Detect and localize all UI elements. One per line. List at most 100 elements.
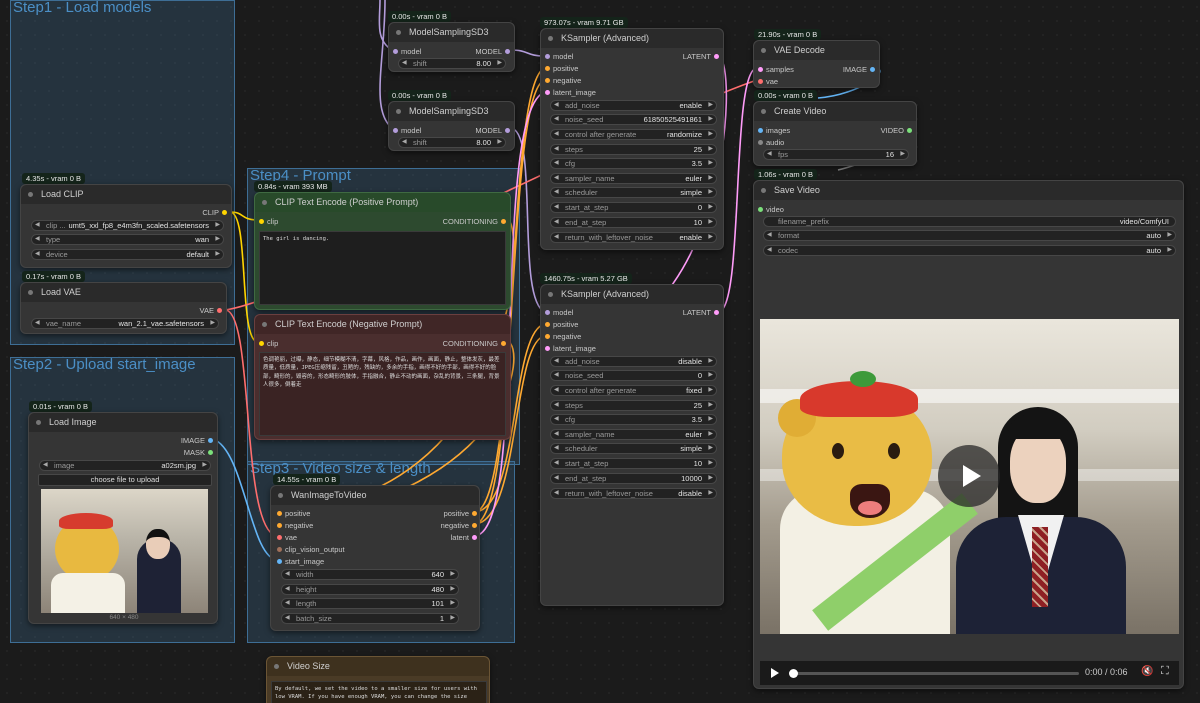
node-title[interactable]: VAE Decode	[754, 41, 879, 60]
clip-input[interactable]: clip	[259, 338, 278, 349]
port-dot[interactable]	[217, 308, 222, 313]
sampler-name-select[interactable]: sampler_name euler	[550, 429, 717, 440]
model-input[interactable]: model	[545, 307, 573, 318]
add-noise-select[interactable]: add_noise disable	[550, 356, 717, 367]
height-stepper[interactable]: height 480	[281, 584, 459, 595]
clip-device-select[interactable]: device default	[31, 249, 224, 260]
positive-input[interactable]: positive	[545, 319, 578, 330]
negative-input[interactable]: negative	[277, 520, 313, 531]
ksampler-advanced-node-1[interactable]: KSampler (Advanced) model positive negat…	[540, 28, 724, 250]
mask-output[interactable]: MASK	[184, 447, 213, 458]
noise-seed-stepper[interactable]: noise_seed 0	[550, 370, 717, 381]
model-input[interactable]: model	[545, 51, 573, 62]
port-dot[interactable]	[545, 346, 550, 351]
play-control-icon[interactable]	[771, 668, 779, 678]
port-dot[interactable]	[545, 322, 550, 327]
port-dot[interactable]	[208, 450, 213, 455]
sampler-name-select[interactable]: sampler_name euler	[550, 173, 717, 184]
port-dot[interactable]	[472, 523, 477, 528]
save-video-node[interactable]: Save Video video filename_prefix video/Co…	[753, 180, 1184, 689]
port-dot[interactable]	[545, 78, 550, 83]
negative-prompt-node[interactable]: CLIP Text Encode (Negative Prompt) clip …	[254, 314, 511, 440]
model-sampling-node-1[interactable]: ModelSamplingSD3 model MODEL shift 8.00	[388, 22, 515, 72]
port-dot[interactable]	[277, 535, 282, 540]
control-after-generate-select[interactable]: control after generate randomize	[550, 129, 717, 140]
port-dot[interactable]	[505, 49, 510, 54]
clip-input[interactable]: clip	[259, 216, 278, 227]
port-dot[interactable]	[758, 207, 763, 212]
fullscreen-icon[interactable]: ⛶	[1161, 665, 1169, 678]
node-title[interactable]: Load CLIP	[21, 185, 231, 204]
start-at-step-stepper[interactable]: start_at_step 0	[550, 202, 717, 213]
port-dot[interactable]	[277, 547, 282, 552]
shift-stepper[interactable]: shift 8.00	[398, 58, 506, 69]
filename-prefix-input[interactable]: filename_prefix video/ComfyUI	[763, 216, 1176, 227]
port-dot[interactable]	[545, 310, 550, 315]
audio-input[interactable]: audio	[758, 137, 784, 148]
format-select[interactable]: format auto	[763, 230, 1176, 241]
play-button[interactable]	[938, 445, 1000, 507]
negative-input[interactable]: negative	[545, 331, 581, 342]
return-leftover-noise-select[interactable]: return_with_leftover_noise enable	[550, 232, 717, 243]
samples-input[interactable]: samples	[758, 64, 794, 75]
image-output[interactable]: IMAGE	[181, 435, 213, 446]
port-dot[interactable]	[758, 79, 763, 84]
node-title[interactable]: CLIP Text Encode (Negative Prompt)	[255, 315, 510, 334]
port-dot[interactable]	[259, 219, 264, 224]
create-video-node[interactable]: Create Video images audio VIDEO fps 16	[753, 101, 917, 166]
port-dot[interactable]	[758, 140, 763, 145]
node-title[interactable]: ModelSamplingSD3	[389, 23, 514, 42]
fps-stepper[interactable]: fps 16	[763, 149, 909, 160]
node-title[interactable]: CLIP Text Encode (Positive Prompt)	[255, 193, 510, 212]
load-vae-node[interactable]: Load VAE VAE vae_name wan_2.1_vae.safeten…	[20, 282, 227, 334]
negative-output[interactable]: negative	[441, 520, 477, 531]
model-output[interactable]: MODEL	[475, 46, 510, 57]
codec-select[interactable]: codec auto	[763, 245, 1176, 256]
video-input[interactable]: video	[758, 204, 784, 215]
batch-size-stepper[interactable]: batch_size 1	[281, 613, 459, 624]
return-leftover-noise-select[interactable]: return_with_leftover_noise disable	[550, 488, 717, 499]
clip-name-select[interactable]: clip ...umt5_xxl_fp8_e4m3fn_scaled.safet…	[31, 220, 224, 231]
negative-prompt-textarea[interactable]: 色调艳丽，过曝，静态，细节模糊不清，字幕，风格，作品，画作，画面，静止，整体发灰…	[259, 352, 506, 436]
start-image-input[interactable]: start_image	[277, 556, 324, 567]
node-title[interactable]: KSampler (Advanced)	[541, 29, 723, 48]
length-stepper[interactable]: length 101	[281, 598, 459, 609]
node-title[interactable]: WanImageToVideo	[271, 486, 479, 505]
port-dot[interactable]	[545, 90, 550, 95]
port-dot[interactable]	[545, 54, 550, 59]
upload-button[interactable]: choose file to upload	[38, 474, 212, 486]
video-size-note-node[interactable]: Video Size By default, we set the video …	[266, 656, 490, 703]
load-image-node[interactable]: Load Image IMAGE MASK image a02sm.jpg cho…	[28, 412, 218, 624]
latent-output[interactable]: latent	[451, 532, 477, 543]
clip-vision-output-input[interactable]: clip_vision_output	[277, 544, 345, 555]
node-title[interactable]: Load VAE	[21, 283, 226, 302]
port-dot[interactable]	[714, 54, 719, 59]
port-dot[interactable]	[277, 511, 282, 516]
end-at-step-stepper[interactable]: end_at_step 10000	[550, 473, 717, 484]
conditioning-output[interactable]: CONDITIONING	[443, 338, 506, 349]
latent-image-input[interactable]: latent_image	[545, 343, 596, 354]
steps-stepper[interactable]: steps 25	[550, 144, 717, 155]
seek-handle[interactable]	[789, 669, 798, 678]
model-sampling-node-2[interactable]: ModelSamplingSD3 model MODEL shift 8.00	[388, 101, 515, 151]
port-dot[interactable]	[277, 523, 282, 528]
latent-output[interactable]: LATENT	[683, 307, 719, 318]
images-input[interactable]: images	[758, 125, 790, 136]
port-dot[interactable]	[758, 67, 763, 72]
port-dot[interactable]	[222, 210, 227, 215]
positive-prompt-textarea[interactable]: The girl is dancing.	[259, 231, 506, 305]
node-title[interactable]: Load Image	[29, 413, 217, 432]
model-input[interactable]: model	[393, 125, 421, 136]
port-dot[interactable]	[393, 128, 398, 133]
video-preview[interactable]	[760, 319, 1179, 634]
steps-stepper[interactable]: steps 25	[550, 400, 717, 411]
model-input[interactable]: model	[393, 46, 421, 57]
port-dot[interactable]	[907, 128, 912, 133]
image-select[interactable]: image a02sm.jpg	[39, 460, 211, 471]
image-output[interactable]: IMAGE	[843, 64, 875, 75]
port-dot[interactable]	[870, 67, 875, 72]
port-dot[interactable]	[277, 559, 282, 564]
port-dot[interactable]	[501, 219, 506, 224]
node-title[interactable]: Video Size	[267, 657, 489, 676]
node-title[interactable]: Save Video	[754, 181, 1183, 200]
